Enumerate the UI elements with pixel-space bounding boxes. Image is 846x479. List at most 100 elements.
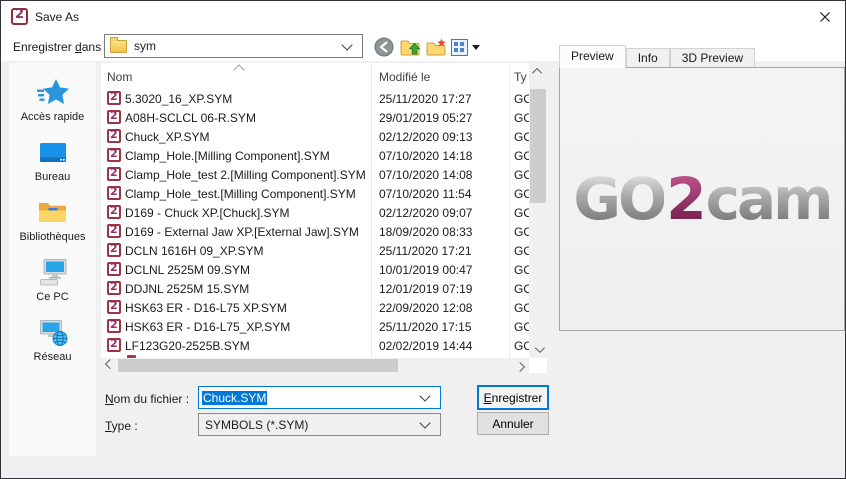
file-name: Clamp_Hole_test 2.[Milling Component].SY… [125, 168, 366, 182]
sidebar-item-this-pc[interactable]: Ce PC [9, 256, 96, 316]
file-modified: 18/09/2020 08:33 [379, 225, 472, 239]
file-name: LF123G20-2525B.SYM [125, 339, 250, 353]
filetype-dropdown[interactable]: SYMBOLS (*.SYM) [198, 413, 441, 436]
scroll-left-icon[interactable] [101, 358, 116, 373]
tab-preview[interactable]: Preview [559, 45, 626, 68]
file-row[interactable]: D169 - Chuck XP.[Chuck].SYM 02/12/2020 0… [101, 203, 529, 222]
filename-input[interactable]: Chuck.SYM [198, 386, 441, 409]
tab-info[interactable]: Info [626, 48, 670, 68]
sym-file-icon [107, 338, 121, 352]
file-type: GO [514, 282, 529, 296]
location-dropdown[interactable]: sym [104, 34, 363, 58]
file-row[interactable]: D169 - External Jaw XP.[External Jaw].SY… [101, 222, 529, 241]
filetype-value: SYMBOLS (*.SYM) [205, 418, 308, 432]
file-modified: 25/11/2020 17:27 [379, 92, 472, 106]
file-row[interactable]: DCLN 1616H 09_XP.SYM 25/11/2020 17:21 GO [101, 241, 529, 260]
file-modified: 10/01/2019 00:47 [379, 263, 472, 277]
preview-tab-strip: Preview Info 3D Preview [559, 46, 755, 68]
scroll-up-icon[interactable] [529, 63, 547, 80]
sidebar-item-libraries[interactable]: Bibliothèques [9, 196, 96, 256]
file-name: D169 - Chuck XP.[Chuck].SYM [125, 206, 290, 220]
back-button[interactable] [372, 35, 396, 59]
file-type: GO [514, 149, 529, 163]
file-list-header: Nom Modifié le Ty [101, 63, 529, 89]
sym-file-icon [107, 281, 121, 295]
sym-file-icon [107, 129, 121, 143]
file-list-panel: Nom Modifié le Ty 5.3020_16_XP.SYM 25/11… [101, 63, 547, 373]
file-type: GO [514, 187, 529, 201]
save-in-label: Enregistrer dans : [13, 40, 108, 54]
sidebar-item-network[interactable]: Réseau [9, 316, 96, 376]
sym-file-icon [107, 300, 121, 314]
column-header-type[interactable]: Ty [514, 70, 529, 84]
file-row[interactable]: Chuck_XP.SYM 02/12/2020 09:13 GO [101, 127, 529, 146]
up-one-level-icon [400, 38, 421, 57]
sidebar-item-desktop[interactable]: Bureau [9, 136, 96, 196]
file-name: Clamp_Hole_test.[Milling Component].SYM [125, 187, 356, 201]
file-row[interactable]: HSK63 ER - D16-L75 XP.SYM 22/09/2020 12:… [101, 298, 529, 317]
file-type: GO [514, 92, 529, 106]
file-row[interactable]: DDJNL 2525M 15.SYM 12/01/2019 07:19 GO [101, 279, 529, 298]
network-icon [37, 316, 69, 348]
file-modified: 22/09/2020 12:08 [379, 301, 472, 315]
column-header-name[interactable]: Nom [107, 70, 132, 84]
new-folder-button[interactable] [424, 35, 448, 59]
file-type: GO [514, 244, 529, 258]
save-button[interactable]: Enregistrer [477, 385, 549, 410]
file-row[interactable]: Clamp_Hole_test 2.[Milling Component].SY… [101, 165, 529, 184]
tab-3d-preview[interactable]: 3D Preview [670, 48, 755, 68]
horizontal-scrollbar-thumb[interactable] [118, 359, 398, 372]
view-menu-icon [451, 39, 468, 56]
title-bar: Save As [1, 1, 845, 32]
go2cam-app-icon [11, 8, 28, 25]
file-row[interactable]: 5.3020_16_XP.SYM 25/11/2020 17:27 GO [101, 89, 529, 108]
scroll-right-icon[interactable] [514, 358, 529, 373]
view-menu-button[interactable] [449, 35, 481, 59]
file-name: DCLNL 2525M 09.SYM [125, 263, 250, 277]
vertical-scrollbar[interactable] [529, 63, 547, 358]
file-row[interactable]: Clamp_Hole.[Milling Component].SYM 07/10… [101, 146, 529, 165]
file-name: Clamp_Hole.[Milling Component].SYM [125, 149, 330, 163]
column-header-modified[interactable]: Modifié le [379, 70, 430, 84]
libraries-icon [37, 196, 69, 228]
sym-file-icon [107, 91, 121, 105]
file-row[interactable]: Clamp_Hole_test.[Milling Component].SYM … [101, 184, 529, 203]
horizontal-scrollbar[interactable] [101, 358, 529, 373]
preview-area: GO2cam [559, 67, 845, 331]
save-as-dialog: Save As Enregistrer dans : sym [0, 0, 846, 479]
file-type: GO [514, 263, 529, 277]
close-button[interactable] [805, 1, 845, 32]
file-modified: 02/12/2020 09:13 [379, 130, 472, 144]
sort-ascending-icon [233, 64, 244, 75]
scroll-down-icon[interactable] [529, 341, 547, 358]
file-modified: 02/02/2019 14:44 [379, 339, 472, 353]
file-list: 5.3020_16_XP.SYM 25/11/2020 17:27 GO A08… [101, 89, 529, 355]
file-modified: 25/11/2020 17:21 [379, 244, 472, 258]
file-row[interactable]: HSK63 ER - D16-L75_XP.SYM 25/11/2020 17:… [101, 317, 529, 336]
file-name: HSK63 ER - D16-L75 XP.SYM [125, 301, 287, 315]
file-modified: 12/01/2019 07:19 [379, 282, 472, 296]
file-name: 5.3020_16_XP.SYM [125, 92, 232, 106]
file-row[interactable]: DCLNL 2525M 09.SYM 10/01/2019 00:47 GO [101, 260, 529, 279]
back-icon [374, 37, 394, 57]
file-modified: 07/10/2020 11:54 [379, 187, 472, 201]
file-name: HSK63 ER - D16-L75_XP.SYM [125, 320, 290, 334]
file-modified: 02/12/2020 09:07 [379, 206, 472, 220]
sym-file-icon [107, 205, 121, 219]
cancel-button[interactable]: Annuler [477, 412, 549, 435]
file-type: GO [514, 225, 529, 239]
file-type: GO [514, 130, 529, 144]
sidebar-item-quick-access[interactable]: Accès rapide [9, 76, 96, 136]
filename-value: Chuck.SYM [202, 391, 267, 405]
file-row[interactable]: A08H-SCLCL 06-R.SYM 29/01/2019 05:27 GO [101, 108, 529, 127]
chevron-down-icon [419, 417, 430, 428]
up-one-level-button[interactable] [398, 35, 422, 59]
chevron-down-icon [419, 390, 430, 401]
close-icon [819, 11, 831, 23]
desktop-icon [37, 136, 69, 168]
file-name: Chuck_XP.SYM [125, 130, 210, 144]
file-type: GO [514, 168, 529, 182]
quick-access-icon [37, 76, 69, 108]
file-row[interactable]: LF123G20-2525B.SYM 02/02/2019 14:44 GO [101, 336, 529, 355]
vertical-scrollbar-thumb[interactable] [530, 89, 546, 203]
